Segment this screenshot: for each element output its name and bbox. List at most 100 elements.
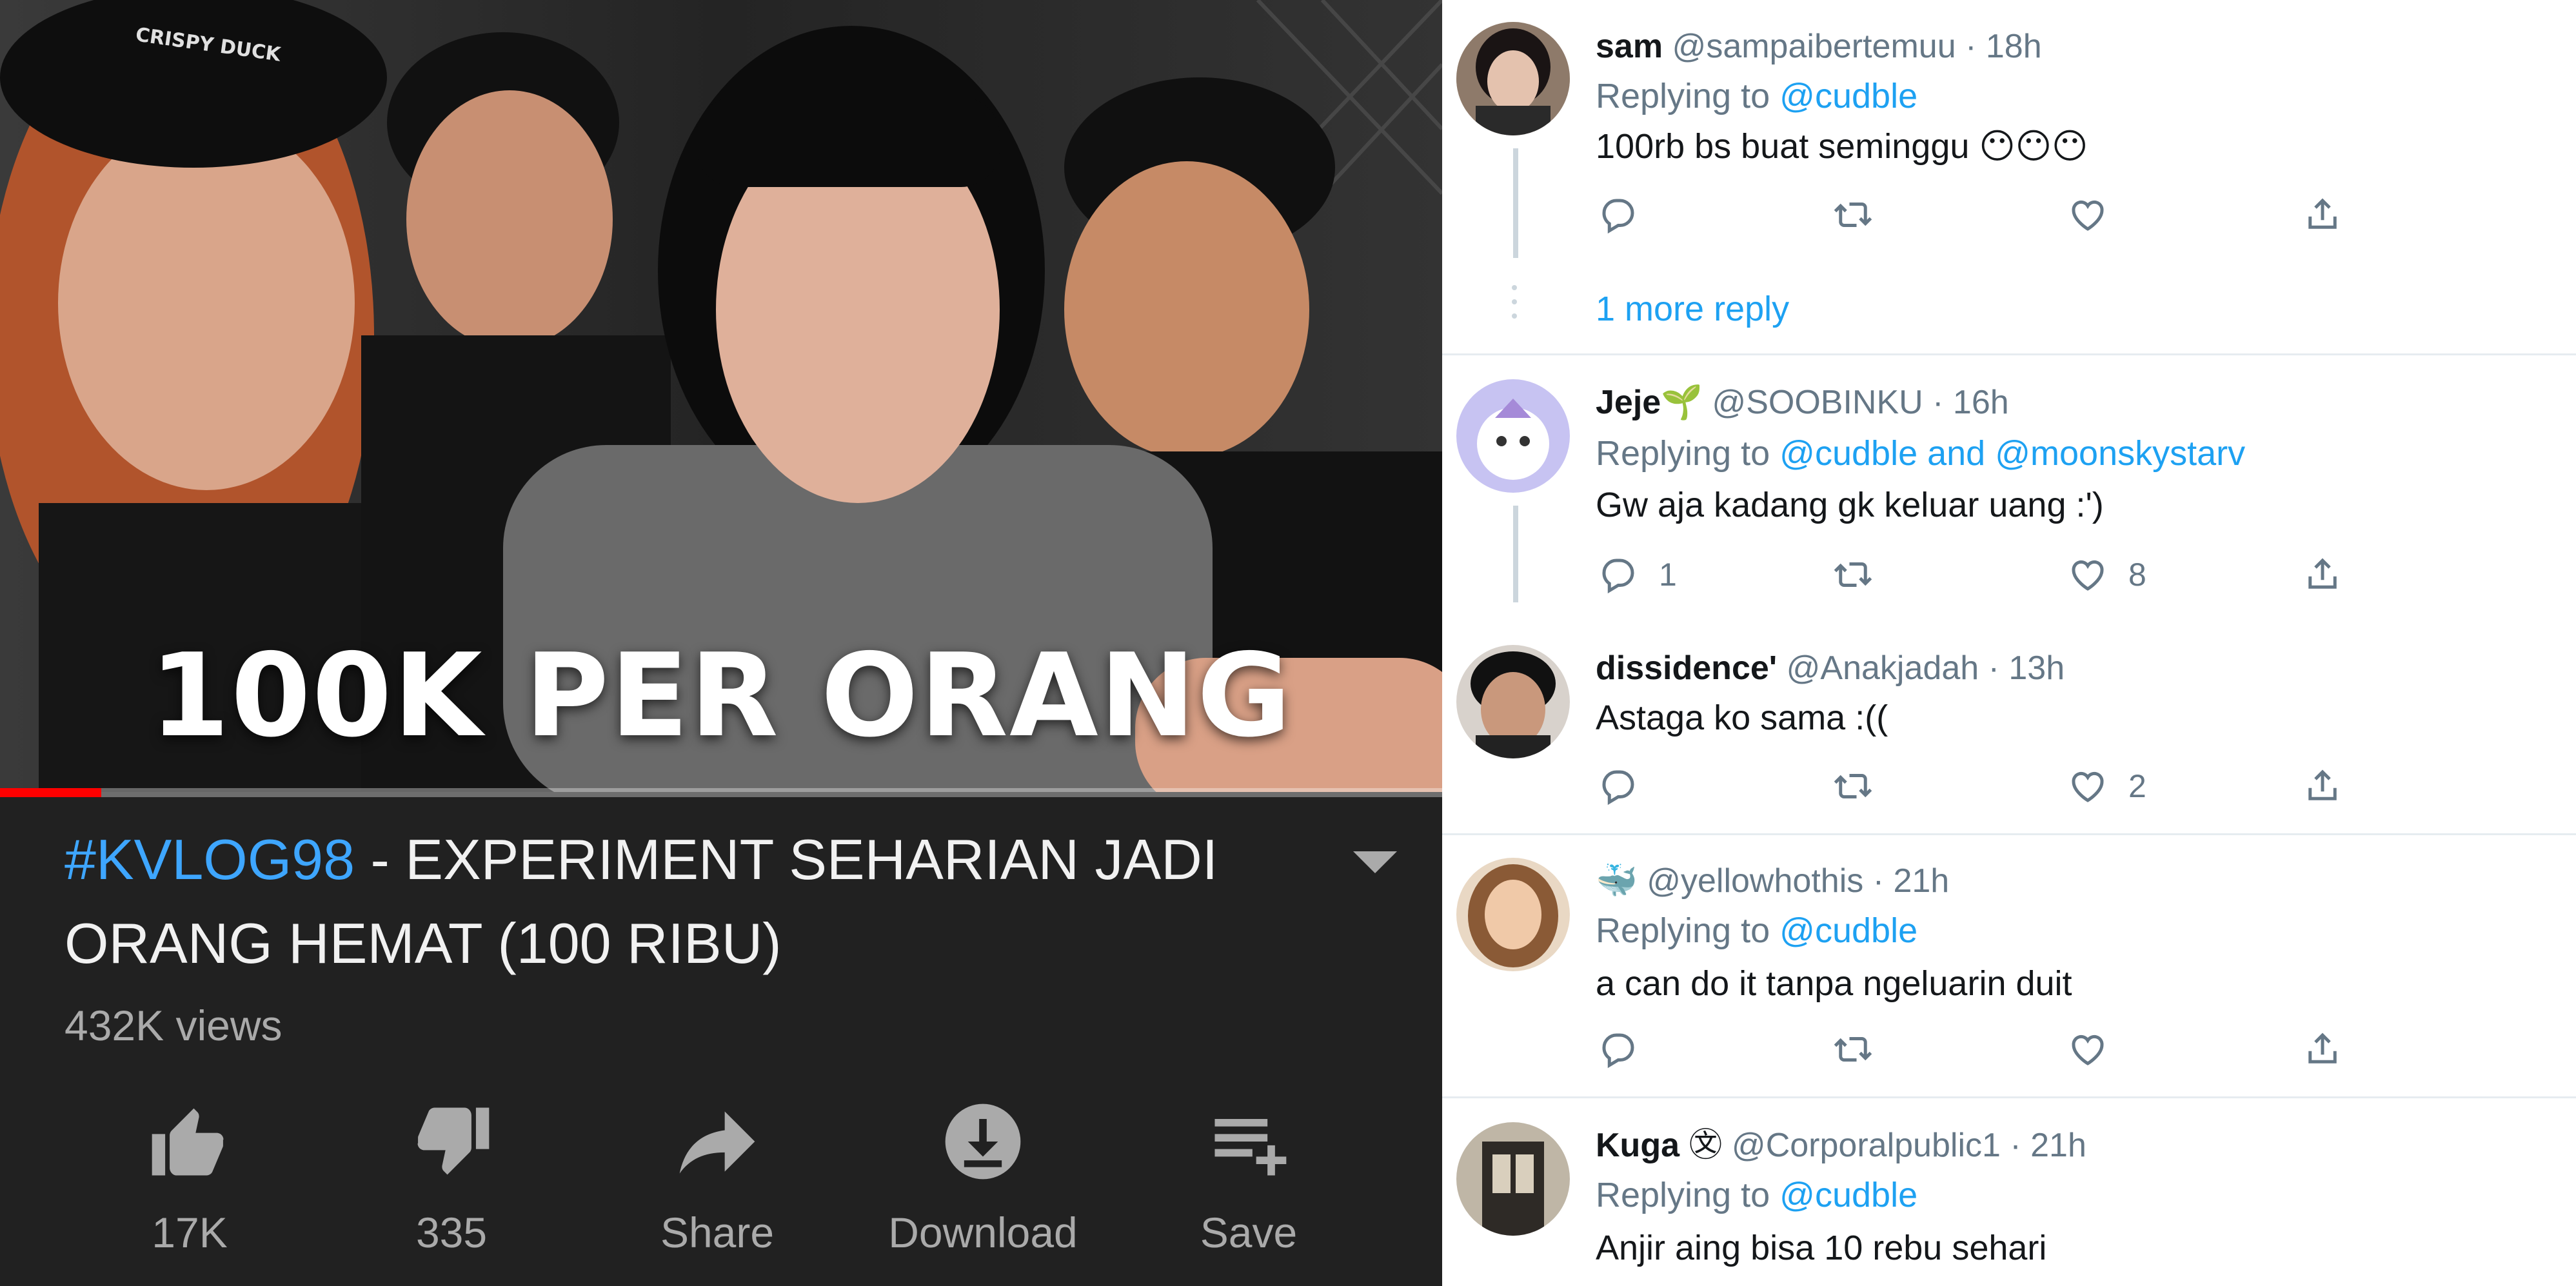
tweet-header: Kuga ㉆ @Corporalpublic1 · 21h — [1596, 1126, 2086, 1165]
retweet-icon — [1834, 1037, 1872, 1062]
dislike-button[interactable]: 335 — [348, 1096, 555, 1254]
like-count: 2 — [2128, 768, 2146, 804]
twitter-replies-panel: sam @sampaibertemuu · 18h Replying to @c… — [1442, 0, 2576, 1286]
download-icon — [945, 1103, 1021, 1180]
tweet-text: 100rb bs buat seminggu 😶😶😶 — [1596, 127, 2088, 166]
share-icon — [679, 1111, 755, 1174]
youtube-panel: CRISPY DUCK 100K PER ORANG #KVLOG98 - EX… — [0, 0, 1442, 1286]
share-button[interactable] — [2301, 1027, 2344, 1072]
thumbs-up-icon — [152, 1108, 224, 1176]
dislike-count: 335 — [415, 1209, 488, 1256]
more-replies-link[interactable]: 1 more reply — [1596, 289, 1789, 329]
video-thumbnail[interactable]: CRISPY DUCK 100K PER ORANG — [0, 0, 1442, 792]
share-button[interactable] — [2301, 552, 2344, 597]
divider — [1442, 353, 2576, 355]
avatar[interactable] — [1456, 379, 1570, 493]
title-hashtag-link[interactable]: #KVLOG98 — [64, 827, 355, 891]
video-progress-bar[interactable] — [0, 788, 1442, 797]
like-button[interactable]: 8 — [2066, 552, 2146, 597]
reply-button[interactable] — [1597, 192, 1640, 237]
user-handle[interactable]: @Corporalpublic1 — [1732, 1127, 2001, 1164]
tweet-text: Astaga ko sama :(( — [1596, 698, 1888, 737]
retweet-icon — [1834, 203, 1872, 227]
heart-icon — [2072, 1034, 2104, 1065]
share-button[interactable] — [2301, 764, 2344, 809]
save-playlist-icon — [1214, 1119, 1287, 1176]
save-button[interactable]: Save — [1145, 1096, 1352, 1254]
mention-link[interactable]: @cudble — [1779, 1176, 1917, 1214]
reply-icon — [1602, 1033, 1634, 1069]
retweet-icon — [1834, 562, 1872, 587]
svg-text:CRISPY DUCK: CRISPY DUCK — [134, 23, 283, 64]
timestamp[interactable]: · 16h — [1932, 384, 2009, 421]
share-label: Share — [660, 1209, 775, 1256]
mention-link[interactable]: @cudble and @moonskystarv — [1779, 434, 2245, 473]
like-button[interactable] — [2066, 1027, 2109, 1072]
user-handle[interactable]: @sampaibertemuu — [1672, 28, 1956, 65]
user-handle[interactable]: @SOOBINKU — [1712, 384, 1923, 421]
display-name[interactable]: dissidence' — [1596, 649, 1777, 687]
retweet-button[interactable] — [1832, 1027, 1874, 1072]
download-label: Download — [888, 1209, 1078, 1256]
reply-button[interactable]: 1 — [1597, 552, 1677, 597]
display-name[interactable]: Jeje — [1596, 384, 1661, 421]
expand-description-icon[interactable] — [1353, 851, 1397, 873]
mention-link[interactable]: @cudble — [1779, 77, 1917, 115]
tweet-header: sam @sampaibertemuu · 18h — [1596, 27, 2042, 66]
thumbnail-overlay-text: 100K PER ORANG — [150, 629, 1293, 762]
reply-icon — [1602, 199, 1634, 234]
heart-icon — [2072, 771, 2104, 802]
divider — [1442, 833, 2576, 835]
user-handle[interactable]: @yellowhothis — [1647, 862, 1863, 900]
save-label: Save — [1200, 1209, 1298, 1256]
reply-icon — [1602, 559, 1634, 594]
download-button[interactable]: Download — [880, 1096, 1086, 1254]
timestamp[interactable]: · 21h — [2010, 1127, 2086, 1164]
share-button[interactable] — [2301, 192, 2344, 237]
mention-link[interactable]: @cudble — [1779, 911, 1917, 950]
reply-button[interactable] — [1597, 1027, 1640, 1072]
retweet-button[interactable] — [1832, 764, 1874, 809]
tweet-text: a can do it tanpa ngeluarin duit — [1596, 964, 2072, 1003]
thread-line — [1513, 506, 1518, 602]
share-icon — [2308, 198, 2337, 229]
timestamp[interactable]: · 13h — [1988, 649, 2065, 687]
tweet-text: Gw aja kadang gk keluar uang :') — [1596, 486, 2104, 524]
divider — [1442, 1096, 2576, 1098]
timestamp[interactable]: · 21h — [1873, 862, 1950, 900]
like-button[interactable]: 2 — [2066, 764, 2146, 809]
like-button[interactable] — [2066, 192, 2109, 237]
replying-to: Replying to @cudble — [1596, 911, 1918, 950]
avatar[interactable] — [1456, 1122, 1570, 1236]
display-name[interactable]: Kuga — [1596, 1127, 1679, 1164]
like-count: 8 — [2128, 557, 2146, 593]
reply-button[interactable] — [1597, 764, 1640, 809]
replying-to: Replying to @cudble — [1596, 77, 1918, 115]
like-button[interactable]: 17K — [86, 1096, 293, 1254]
tweet-header: Jeje🌱 @SOOBINKU · 16h — [1596, 383, 2009, 422]
retweet-icon — [1834, 774, 1872, 798]
heart-icon — [2072, 200, 2104, 231]
whale-icon: 🐳 — [1596, 862, 1638, 900]
user-handle[interactable]: @Anakjadah — [1787, 649, 1979, 687]
thumbs-down-icon — [417, 1107, 490, 1175]
reply-icon — [1602, 770, 1634, 806]
cap-logo: CRISPY DUCK — [134, 23, 283, 64]
heart-icon — [2072, 560, 2104, 591]
share-icon — [2308, 769, 2337, 800]
share-icon — [2308, 558, 2337, 589]
thread-dots-icon — [1512, 285, 1518, 328]
avatar[interactable] — [1456, 22, 1570, 135]
video-progress-fill — [0, 788, 101, 797]
avatar[interactable] — [1456, 645, 1570, 758]
display-name[interactable]: sam — [1596, 28, 1663, 65]
video-title: #KVLOG98 - EXPERIMENT SEHARIAN JADI ORAN… — [64, 818, 1290, 985]
circled-hangul-icon: ㉆ — [1689, 1127, 1723, 1164]
retweet-button[interactable] — [1832, 552, 1874, 597]
timestamp[interactable]: · 18h — [1965, 28, 2042, 65]
tweet-header: dissidence' @Anakjadah · 13h — [1596, 649, 2065, 688]
share-button[interactable]: Share — [614, 1096, 820, 1254]
avatar[interactable] — [1456, 858, 1570, 971]
tweet-header: 🐳 @yellowhothis · 21h — [1596, 862, 1949, 900]
retweet-button[interactable] — [1832, 192, 1874, 237]
